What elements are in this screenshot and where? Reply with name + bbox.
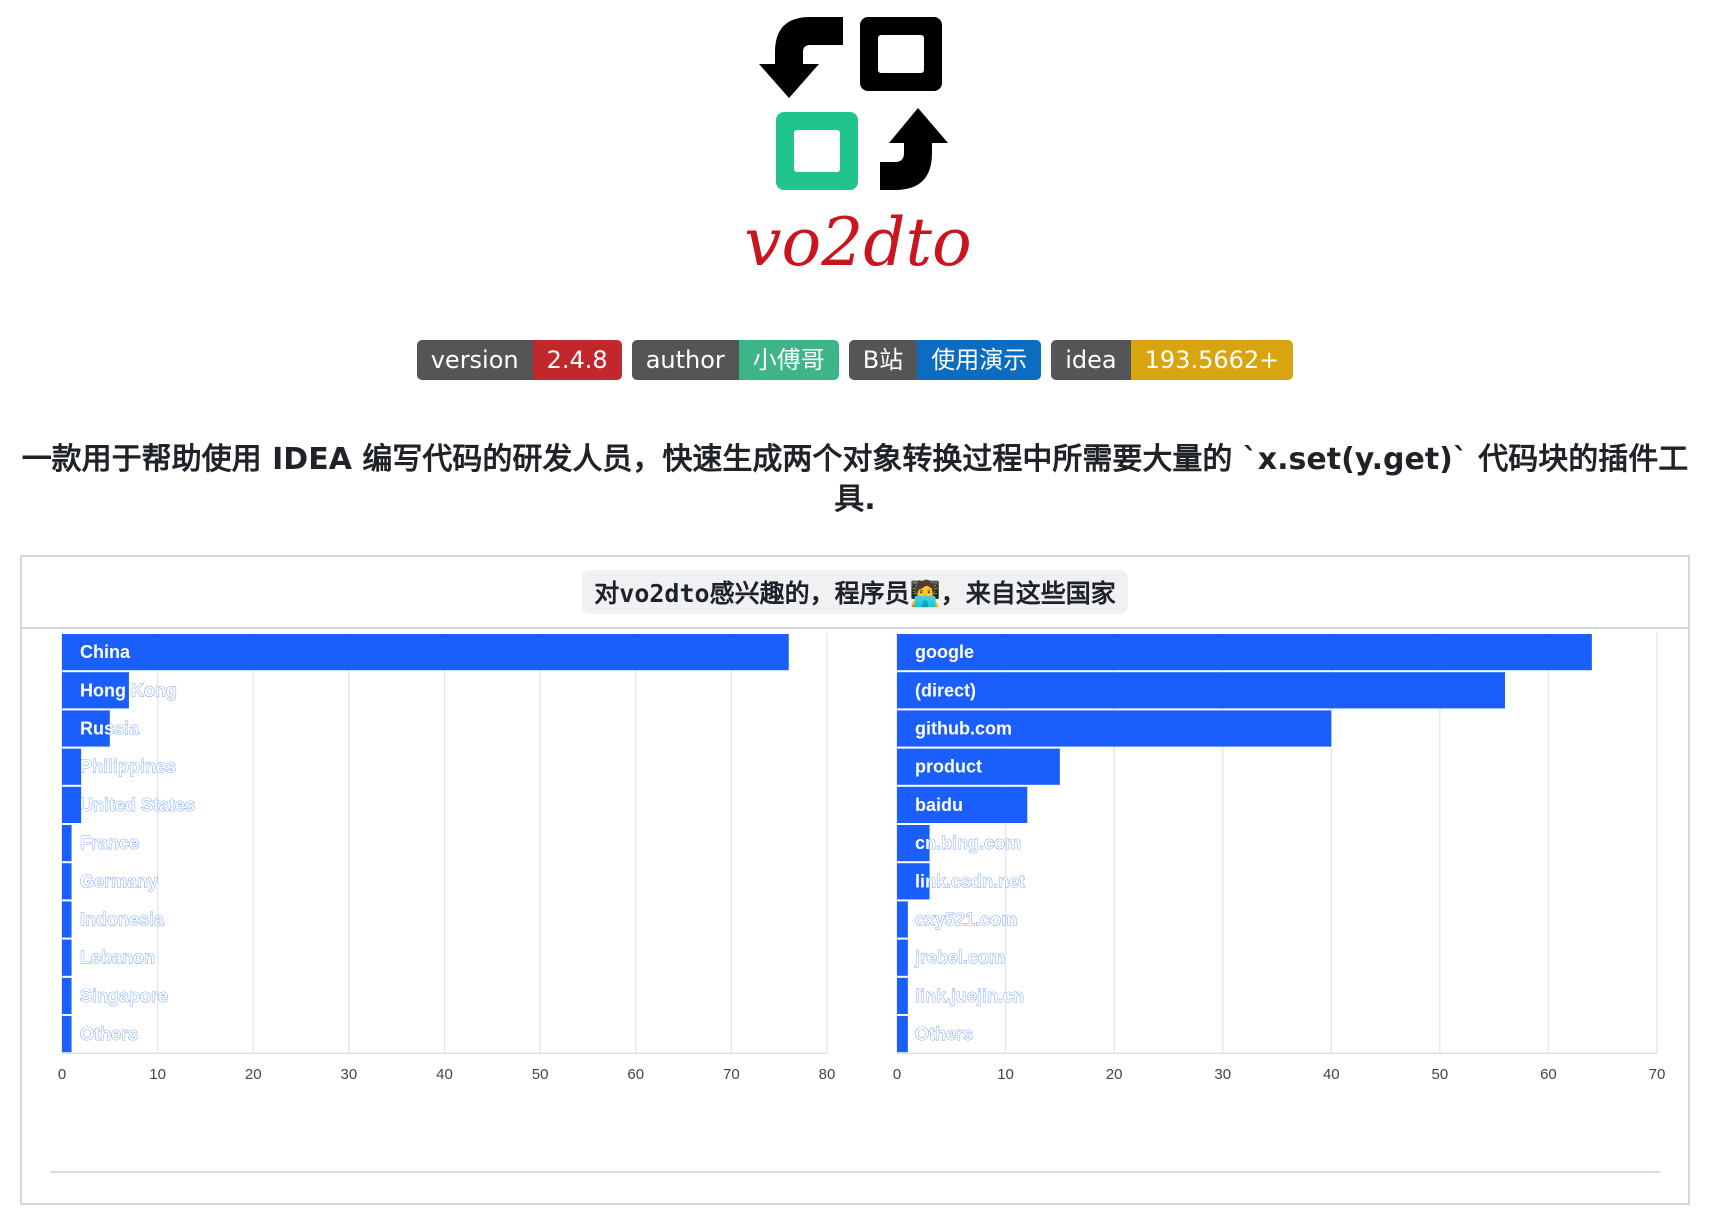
bar-label: Russia bbox=[80, 719, 140, 739]
countries-chart: 0 10 20 30 40 50 60 70 80 China Hong Kong Russia Phi… bbox=[58, 633, 836, 1083]
badge-value: 193.5662+ bbox=[1130, 340, 1294, 380]
bar[interactable] bbox=[897, 634, 1592, 671]
x-tick-label: 30 bbox=[341, 1066, 358, 1083]
x-tick-label: 10 bbox=[149, 1066, 166, 1083]
bar-label: jrebel.com bbox=[914, 948, 1005, 968]
x-tick-label: 70 bbox=[723, 1066, 740, 1083]
bar[interactable] bbox=[62, 977, 72, 1014]
vo2dto-logo: vo2dto bbox=[744, 17, 972, 281]
bar-label: Singapore bbox=[80, 986, 168, 1006]
stats-panel: 对vo2dto感兴趣的，程序员🧑‍💻，来自这些国家 0 10 20 30 40 50 60 7… bbox=[20, 555, 1690, 1205]
bar-label: (direct) bbox=[915, 680, 976, 700]
badge-value: 使用演示 bbox=[917, 340, 1042, 380]
bar[interactable] bbox=[62, 939, 72, 976]
badge-label: idea bbox=[1051, 340, 1131, 380]
badge-value: 小傅哥 bbox=[738, 340, 839, 380]
logo-wordmark: vo2dto bbox=[744, 204, 972, 281]
bar[interactable] bbox=[62, 786, 82, 823]
bar-label: baidu bbox=[915, 795, 963, 815]
bar[interactable] bbox=[62, 825, 72, 862]
bar-label: cxy521.com bbox=[915, 910, 1017, 930]
x-tick-label: 20 bbox=[1106, 1066, 1123, 1083]
x-tick-label: 50 bbox=[532, 1066, 549, 1083]
bar-label: Others bbox=[80, 1024, 138, 1044]
bar[interactable] bbox=[62, 1016, 72, 1053]
badge-version[interactable]: version 2.4.8 bbox=[416, 340, 622, 380]
bar-label: google bbox=[915, 642, 974, 662]
bar[interactable] bbox=[62, 901, 72, 938]
bar-label: Germany bbox=[80, 871, 158, 891]
badge-row: version 2.4.8 author 小傅哥 B站 使用演示 idea 193.5662+ bbox=[0, 340, 1710, 380]
panel-divider bbox=[50, 1171, 1660, 1173]
badge-author[interactable]: author 小傅哥 bbox=[631, 340, 839, 380]
x-tick-label: 70 bbox=[1649, 1066, 1666, 1083]
x-tick-label: 0 bbox=[893, 1066, 901, 1083]
badge-label: version bbox=[416, 340, 533, 380]
x-tick-label: 50 bbox=[1432, 1066, 1449, 1083]
arrow-up-right-icon bbox=[880, 108, 948, 190]
x-tick-label: 10 bbox=[997, 1066, 1014, 1083]
x-tick-label: 40 bbox=[436, 1066, 453, 1083]
badge-label: B站 bbox=[848, 340, 918, 380]
badge-b[interactable]: B站 使用演示 bbox=[848, 340, 1042, 380]
bar-label: github.com bbox=[915, 719, 1012, 739]
bar[interactable] bbox=[62, 634, 789, 671]
bar-label: cn.bing.com bbox=[915, 833, 1021, 853]
bar-label: China bbox=[80, 642, 131, 662]
bar-label: link.juejin.cn bbox=[915, 986, 1024, 1006]
referrers-chart: 0 10 20 30 40 50 60 70 google (direct) github.com p… bbox=[893, 633, 1666, 1083]
bar-label: Lebanon bbox=[80, 948, 155, 968]
bar[interactable] bbox=[897, 672, 1505, 709]
bar[interactable] bbox=[897, 1016, 908, 1053]
bar-label: Hong Kong bbox=[80, 680, 177, 700]
x-tick-label: 60 bbox=[627, 1066, 644, 1083]
x-tick-label: 30 bbox=[1214, 1066, 1231, 1083]
bar-label: Philippines bbox=[80, 757, 176, 777]
bar-label: Others bbox=[915, 1024, 973, 1044]
bar-label: Indonesia bbox=[80, 910, 165, 930]
bar-label: link.csdn.net bbox=[915, 871, 1025, 891]
bar-label: United States bbox=[80, 795, 195, 815]
arrow-down-left-icon bbox=[759, 17, 843, 98]
bar[interactable] bbox=[62, 863, 72, 900]
badge-idea[interactable]: idea 193.5662+ bbox=[1051, 340, 1294, 380]
badge-value: 2.4.8 bbox=[532, 340, 622, 380]
bar[interactable] bbox=[897, 977, 908, 1014]
x-tick-label: 40 bbox=[1323, 1066, 1340, 1083]
x-tick-label: 0 bbox=[58, 1066, 66, 1083]
bar[interactable] bbox=[62, 748, 82, 785]
x-tick-label: 60 bbox=[1540, 1066, 1557, 1083]
bar[interactable] bbox=[897, 939, 908, 976]
x-tick-label: 20 bbox=[245, 1066, 262, 1083]
tagline: 一款用于帮助使用 IDEA 编写代码的研发人员，快速生成两个对象转换过程中所需要… bbox=[21, 442, 1689, 517]
bar-label: France bbox=[80, 833, 139, 853]
bar[interactable] bbox=[897, 901, 908, 938]
x-tick-label: 80 bbox=[819, 1066, 836, 1083]
panel-title: 对vo2dto感兴趣的，程序员🧑‍💻，来自这些国家 bbox=[582, 570, 1128, 614]
badge-label: author bbox=[631, 340, 739, 380]
bar-label: product bbox=[915, 757, 982, 777]
